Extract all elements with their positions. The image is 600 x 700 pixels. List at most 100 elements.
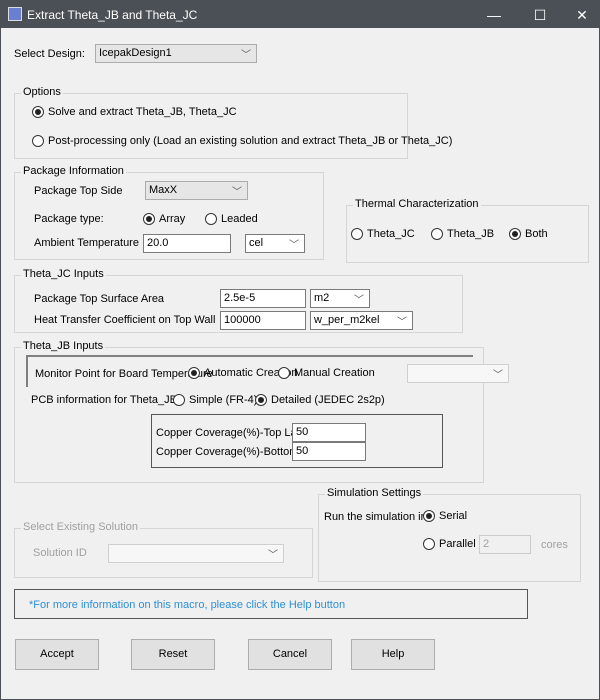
help-info-text: *For more information on this macro, ple… bbox=[29, 599, 346, 611]
thermal-legend: Thermal Characterization bbox=[353, 198, 481, 210]
solution-id-select[interactable]: ﹀ bbox=[108, 544, 284, 563]
simulation-group: Simulation Settings Run the simulation i… bbox=[318, 487, 581, 582]
chevron-down-icon: ﹀ bbox=[493, 370, 503, 381]
top-side-value: MaxX bbox=[149, 184, 178, 196]
theta-jb-radio[interactable]: Theta_JB bbox=[431, 228, 494, 240]
solve-radio[interactable]: Solve and extract Theta_JB, Theta_JC bbox=[32, 106, 237, 118]
info-box: *For more information on this macro, ple… bbox=[14, 589, 528, 619]
existing-legend: Select Existing Solution bbox=[21, 521, 140, 533]
radio-icon bbox=[255, 394, 267, 406]
theta-jc-group: Theta_JC Inputs Package Top Surface Area… bbox=[14, 268, 463, 333]
radio-icon bbox=[423, 510, 435, 522]
ambient-input[interactable]: 20.0 bbox=[143, 234, 231, 253]
design-select[interactable]: IcepakDesign1 ﹀ bbox=[95, 44, 257, 63]
chevron-down-icon: ﹀ bbox=[354, 295, 364, 306]
radio-icon bbox=[423, 538, 435, 550]
options-group: Options Solve and extract Theta_JB, Thet… bbox=[14, 86, 452, 159]
htc-input[interactable]: 100000 bbox=[220, 311, 306, 330]
serial-label: Serial bbox=[439, 510, 468, 522]
window-title: Extract Theta_JB and Theta_JC bbox=[27, 8, 198, 22]
options-legend: Options bbox=[21, 86, 63, 98]
detailed-radio[interactable]: Detailed (JEDEC 2s2p) bbox=[255, 394, 385, 406]
existing-solution-group: Select Existing Solution Solution ID ﹀ bbox=[14, 521, 313, 578]
chevron-down-icon: ﹀ bbox=[268, 550, 278, 561]
parallel-label: Parallel bbox=[439, 538, 476, 550]
manual-label: Manual Creation bbox=[294, 367, 375, 379]
area-input[interactable]: 2.5e-5 bbox=[220, 289, 306, 308]
both-radio[interactable]: Both bbox=[509, 228, 548, 240]
package-legend: Package Information bbox=[21, 165, 126, 177]
maximize-button[interactable]: ☐ bbox=[525, 5, 555, 25]
chevron-down-icon: ﹀ bbox=[289, 240, 299, 251]
ambient-unit-value: cel bbox=[249, 237, 264, 249]
reset-button[interactable]: Reset bbox=[131, 639, 215, 670]
radio-icon bbox=[278, 367, 290, 379]
radio-icon bbox=[431, 228, 443, 240]
chevron-down-icon: ﹀ bbox=[397, 317, 407, 328]
array-radio[interactable]: Array bbox=[143, 213, 185, 225]
area-label: Package Top Surface Area bbox=[34, 293, 165, 305]
leaded-label: Leaded bbox=[221, 213, 258, 225]
radio-icon bbox=[351, 228, 363, 240]
chevron-down-icon: ﹀ bbox=[241, 50, 251, 61]
app-icon bbox=[8, 7, 22, 21]
pcb-label: PCB information for Theta_JB bbox=[31, 394, 177, 406]
post-processing-radio[interactable]: Post-processing only (Load an existing s… bbox=[32, 135, 452, 147]
radio-icon bbox=[205, 213, 217, 225]
htc-unit-select[interactable]: w_per_m2kel ﹀ bbox=[310, 311, 413, 330]
chevron-down-icon: ﹀ bbox=[232, 187, 242, 198]
radio-icon bbox=[188, 367, 200, 379]
monitor-point-select[interactable]: ﹀ bbox=[407, 364, 509, 383]
sim-legend: Simulation Settings bbox=[325, 487, 424, 499]
detailed-label: Detailed (JEDEC 2s2p) bbox=[271, 394, 385, 406]
run-label: Run the simulation in: bbox=[324, 511, 430, 523]
monitor-panel: Monitor Point for Board Temperature Auto… bbox=[26, 355, 509, 387]
solution-id-label: Solution ID bbox=[33, 547, 87, 559]
manual-creation-radio[interactable]: Manual Creation bbox=[278, 367, 375, 379]
serial-radio[interactable]: Serial bbox=[423, 510, 467, 522]
simple-label: Simple (FR-4) bbox=[189, 394, 258, 406]
copper-bottom-input[interactable]: 50 bbox=[292, 442, 366, 461]
copper-panel: Copper Coverage(%)-Top Layer 50 Copper C… bbox=[151, 414, 443, 468]
cores-label: cores bbox=[541, 539, 568, 551]
radio-icon bbox=[509, 228, 521, 240]
jc-legend: Theta_JC Inputs bbox=[21, 268, 106, 280]
design-value: IcepakDesign1 bbox=[99, 47, 172, 59]
radio-icon bbox=[32, 135, 44, 147]
leaded-radio[interactable]: Leaded bbox=[205, 213, 258, 225]
simple-radio[interactable]: Simple (FR-4) bbox=[173, 394, 257, 406]
array-label: Array bbox=[159, 213, 186, 225]
copper-top-label: Copper Coverage(%)-Top Layer bbox=[156, 427, 312, 439]
minimize-button[interactable]: — bbox=[479, 5, 509, 25]
solve-label: Solve and extract Theta_JB, Theta_JC bbox=[48, 106, 237, 118]
both-label: Both bbox=[525, 228, 548, 240]
cores-input[interactable]: 2 bbox=[479, 535, 531, 554]
dialog-window: Extract Theta_JB and Theta_JC — ☐ ✕ Sele… bbox=[0, 0, 600, 700]
jb-label: Theta_JB bbox=[447, 228, 495, 240]
cancel-button[interactable]: Cancel bbox=[248, 639, 332, 670]
ambient-unit-select[interactable]: cel ﹀ bbox=[245, 234, 305, 253]
package-group: Package Information Package Top Side Max… bbox=[14, 165, 324, 260]
thermal-group: Thermal Characterization Theta_JC Theta_… bbox=[346, 198, 589, 263]
theta-jb-group: Theta_JB Inputs Monitor Point for Board … bbox=[14, 340, 509, 483]
title-bar: Extract Theta_JB and Theta_JC — ☐ ✕ bbox=[1, 1, 599, 28]
accept-button[interactable]: Accept bbox=[15, 639, 99, 670]
theta-jc-radio[interactable]: Theta_JC bbox=[351, 228, 415, 240]
help-button[interactable]: Help bbox=[351, 639, 435, 670]
jc-label: Theta_JC bbox=[367, 228, 415, 240]
ambient-label: Ambient Temperature bbox=[34, 237, 139, 249]
top-side-label: Package Top Side bbox=[34, 185, 123, 197]
area-unit-select[interactable]: m2 ﹀ bbox=[310, 289, 370, 308]
parallel-radio[interactable]: Parallel bbox=[423, 538, 476, 550]
monitor-label: Monitor Point for Board Temperature bbox=[35, 368, 213, 380]
close-button[interactable]: ✕ bbox=[567, 5, 597, 25]
radio-icon bbox=[32, 106, 44, 118]
post-label: Post-processing only (Load an existing s… bbox=[48, 135, 453, 147]
radio-icon bbox=[143, 213, 155, 225]
radio-icon bbox=[173, 394, 185, 406]
package-type-label: Package type: bbox=[34, 213, 104, 225]
copper-top-input[interactable]: 50 bbox=[292, 423, 366, 442]
top-side-select[interactable]: MaxX ﹀ bbox=[145, 181, 248, 200]
jb-legend: Theta_JB Inputs bbox=[21, 340, 106, 352]
area-unit-value: m2 bbox=[314, 292, 330, 304]
